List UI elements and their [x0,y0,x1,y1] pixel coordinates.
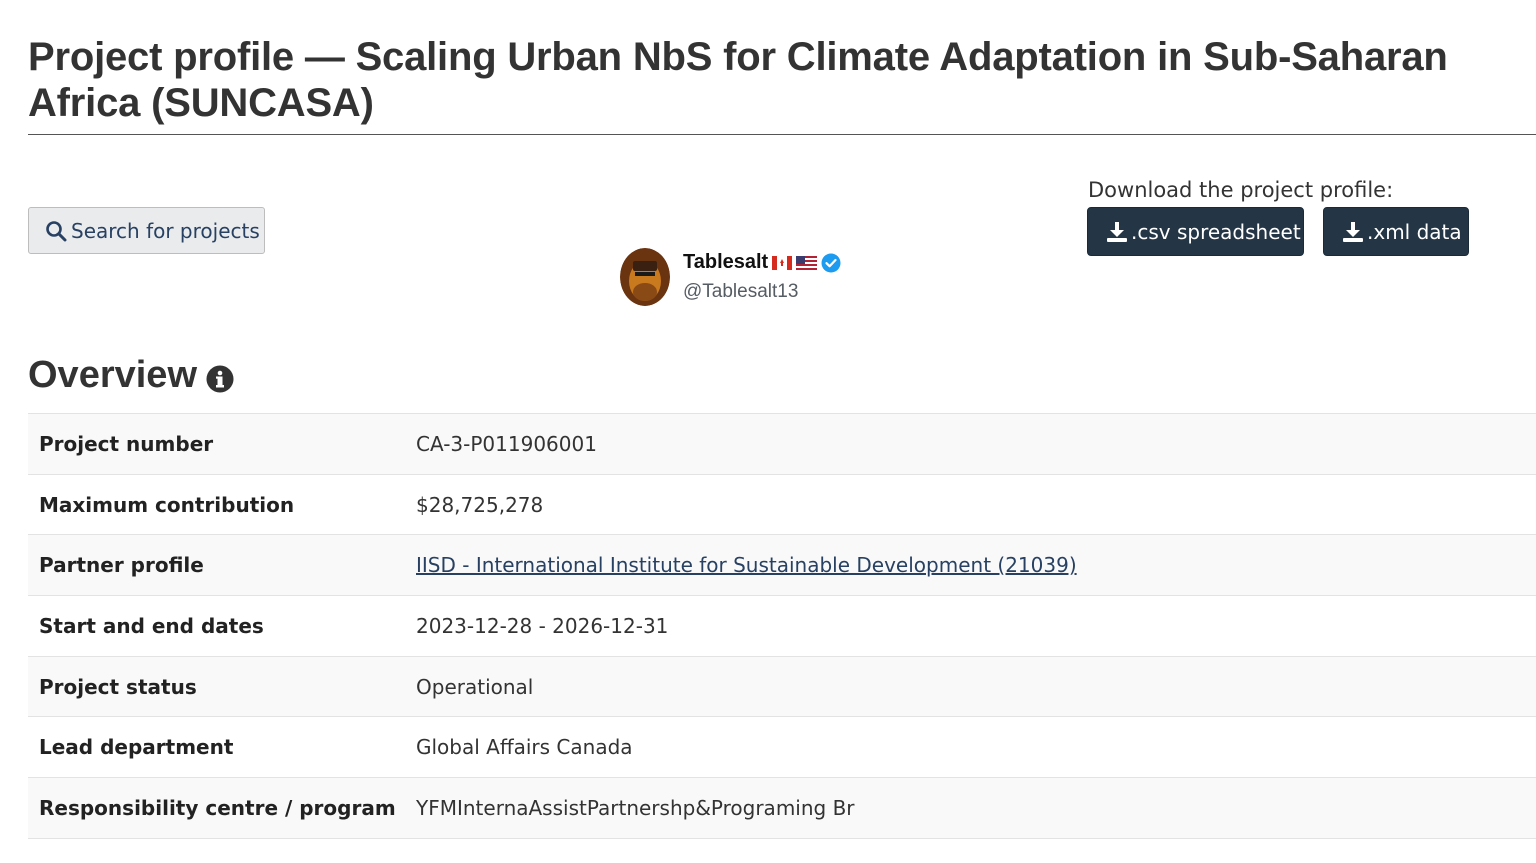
row-value: 2023-12-28 - 2026-12-31 [416,613,669,638]
row-value: YFMInternaAssistPartnershp&Programing Br [416,795,855,820]
overview-heading: Overview [28,354,234,397]
download-xml-label: .xml data [1367,219,1462,244]
row-label: Partner profile [39,553,204,578]
avatar [620,248,670,306]
table-row: Project number CA-3-P011906001 [28,413,1536,475]
verified-badge-icon [821,253,841,273]
row-value: Global Affairs Canada [416,735,633,760]
download-csv-label: .csv spreadsheet [1131,219,1301,244]
table-row: Project status Operational [28,656,1536,717]
table-row: Maximum contribution $28,725,278 [28,474,1536,535]
row-label: Start and end dates [39,613,264,638]
page-title: Project profile — Scaling Urban NbS for … [28,35,1448,125]
row-label: Project status [39,674,197,699]
partner-profile-link[interactable]: IISD - International Institute for Susta… [416,553,1077,577]
title-divider [28,134,1536,135]
table-row: Partner profile IISD - International Ins… [28,534,1536,596]
tweet-watermark: Tablesalt @Tablesalt13 [620,248,850,310]
download-csv-button[interactable]: .csv spreadsheet [1087,207,1304,256]
table-row: Start and end dates 2023-12-28 - 2026-12… [28,595,1536,657]
row-value-cell: IISD - International Institute for Susta… [416,535,1536,596]
canada-flag-icon [772,255,793,270]
page: Project profile — Scaling Urban NbS for … [0,0,1536,863]
download-profile-label: Download the project profile: [1088,178,1394,202]
download-xml-button[interactable]: .xml data [1323,207,1469,256]
search-projects-label: Search for projects [71,218,260,243]
info-icon[interactable] [206,365,234,393]
row-label: Maximum contribution [39,492,295,517]
download-icon [1342,221,1364,243]
overview-heading-text: Overview [28,354,197,396]
row-label: Lead department [39,735,234,760]
download-icon [1106,221,1128,243]
row-label: Project number [39,431,214,456]
row-label: Responsibility centre / program [39,795,396,820]
search-projects-button[interactable]: Search for projects [28,207,265,254]
tweet-display-name: Tablesalt [683,251,841,274]
row-value: $28,725,278 [416,492,544,517]
row-value: CA-3-P011906001 [416,431,597,456]
table-row: Lead department Global Affairs Canada [28,716,1536,778]
search-icon [45,220,67,242]
tweet-name-text: Tablesalt [683,251,769,273]
row-value: Operational [416,674,534,699]
tweet-handle: @Tablesalt13 [683,281,799,302]
usa-flag-icon [796,255,818,270]
overview-table: Project number CA-3-P011906001 Maximum c… [28,413,1536,839]
table-row: Responsibility centre / program YFMInter… [28,777,1536,839]
